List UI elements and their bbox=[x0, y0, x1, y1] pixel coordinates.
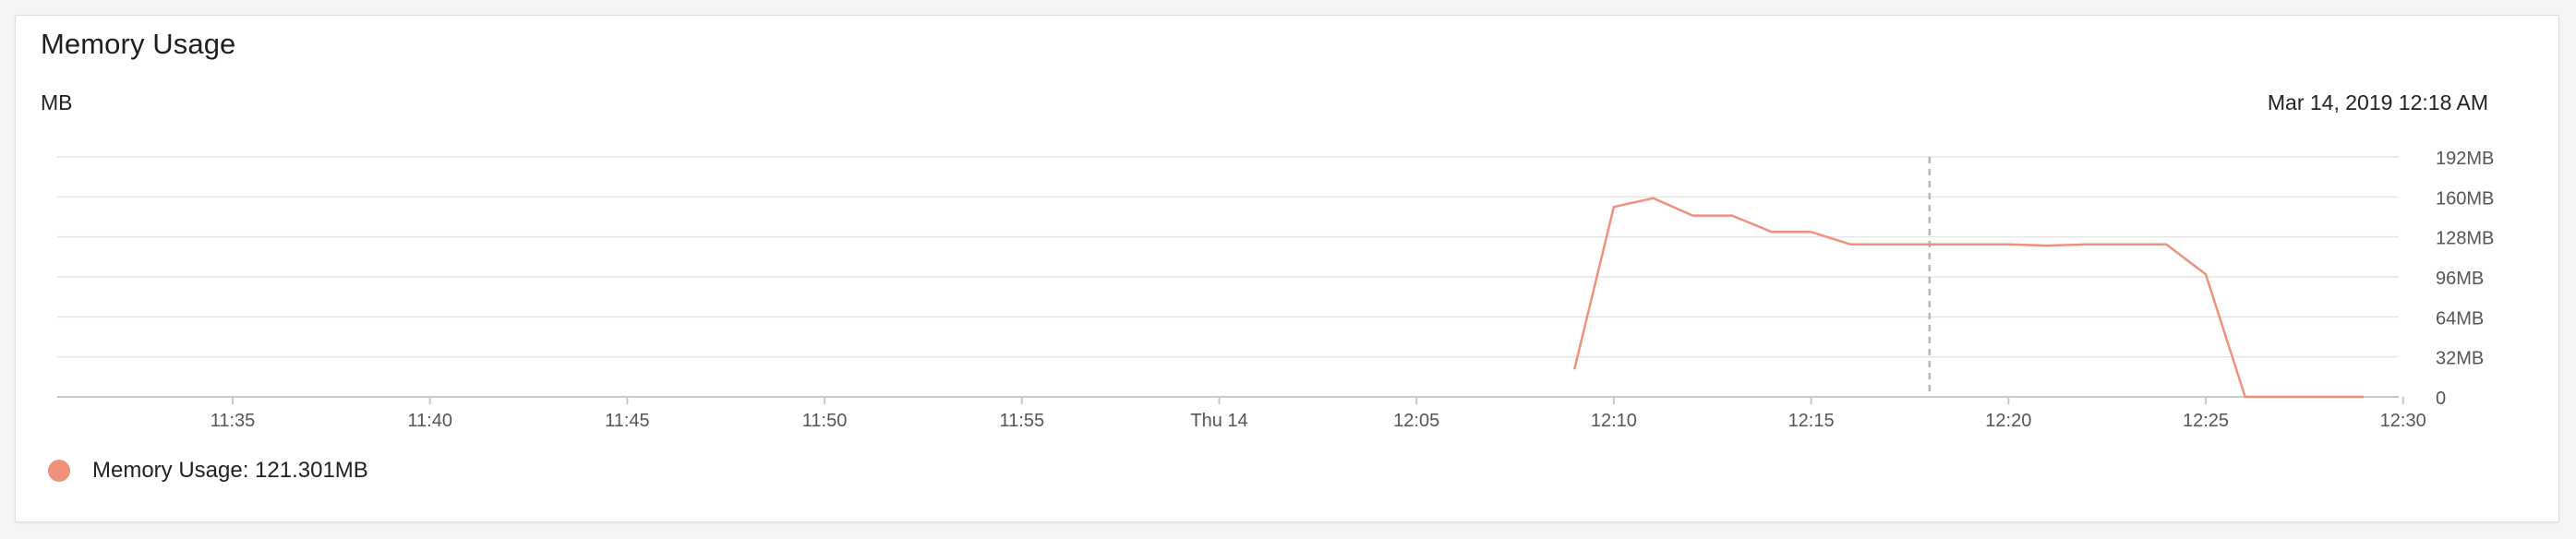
data-point bbox=[1968, 244, 1969, 246]
data-point bbox=[2165, 244, 2167, 246]
series-line bbox=[1572, 197, 2364, 399]
data-point bbox=[1652, 197, 1654, 198]
legend-label: Memory Usage: 121.301MB bbox=[92, 458, 368, 483]
x-tick-label: 11:40 bbox=[407, 411, 452, 431]
y-tick-label: 96MB bbox=[2436, 269, 2484, 289]
y-tick-label: 64MB bbox=[2436, 308, 2484, 329]
x-tick-label: 12:25 bbox=[2183, 411, 2229, 431]
data-point bbox=[2087, 244, 2088, 246]
data-point bbox=[2245, 396, 2246, 398]
x-tick-label: 11:50 bbox=[802, 411, 848, 431]
data-point bbox=[2363, 396, 2365, 398]
x-tick-label: 12:05 bbox=[1393, 411, 1439, 431]
data-point bbox=[1929, 244, 1931, 246]
y-tick-label: 0 bbox=[2436, 389, 2446, 409]
y-tick-label: 128MB bbox=[2436, 229, 2494, 249]
data-point bbox=[1771, 231, 1773, 233]
x-tick-label: 11:45 bbox=[605, 411, 650, 431]
data-point bbox=[2007, 244, 2009, 246]
y-tick-label: 160MB bbox=[2436, 188, 2494, 209]
data-point bbox=[1810, 231, 1812, 233]
memory-usage-chart[interactable]: 0 32MB 64MB 96MB 128MB 160MB 192MB 11:35 11:40 11… bbox=[0, 0, 2576, 539]
y-tick-label: 32MB bbox=[2436, 349, 2484, 369]
x-tick-label: 12:20 bbox=[1985, 411, 2031, 431]
data-point bbox=[2047, 245, 2049, 246]
x-tick-label: Thu 14 bbox=[1190, 411, 1247, 431]
data-point bbox=[1691, 214, 1693, 216]
data-point bbox=[1573, 368, 1575, 370]
data-point bbox=[1613, 206, 1615, 208]
x-tick-label: 12:15 bbox=[1788, 411, 1835, 431]
x-tick-label: 12:10 bbox=[1591, 411, 1637, 431]
x-tick-label: 11:55 bbox=[1000, 411, 1045, 431]
data-point bbox=[1849, 244, 1851, 246]
x-tick-label: 12:30 bbox=[2380, 411, 2426, 431]
legend-marker bbox=[48, 460, 70, 482]
data-point bbox=[2323, 396, 2325, 398]
legend[interactable]: Memory Usage: 121.301MB bbox=[48, 458, 368, 484]
data-point bbox=[2125, 244, 2127, 246]
data-point bbox=[2283, 396, 2285, 398]
data-point bbox=[1731, 214, 1733, 216]
x-tick-label: 11:35 bbox=[211, 411, 256, 431]
data-point bbox=[2205, 273, 2207, 275]
data-point bbox=[1889, 244, 1891, 246]
y-tick-label: 192MB bbox=[2436, 149, 2494, 169]
